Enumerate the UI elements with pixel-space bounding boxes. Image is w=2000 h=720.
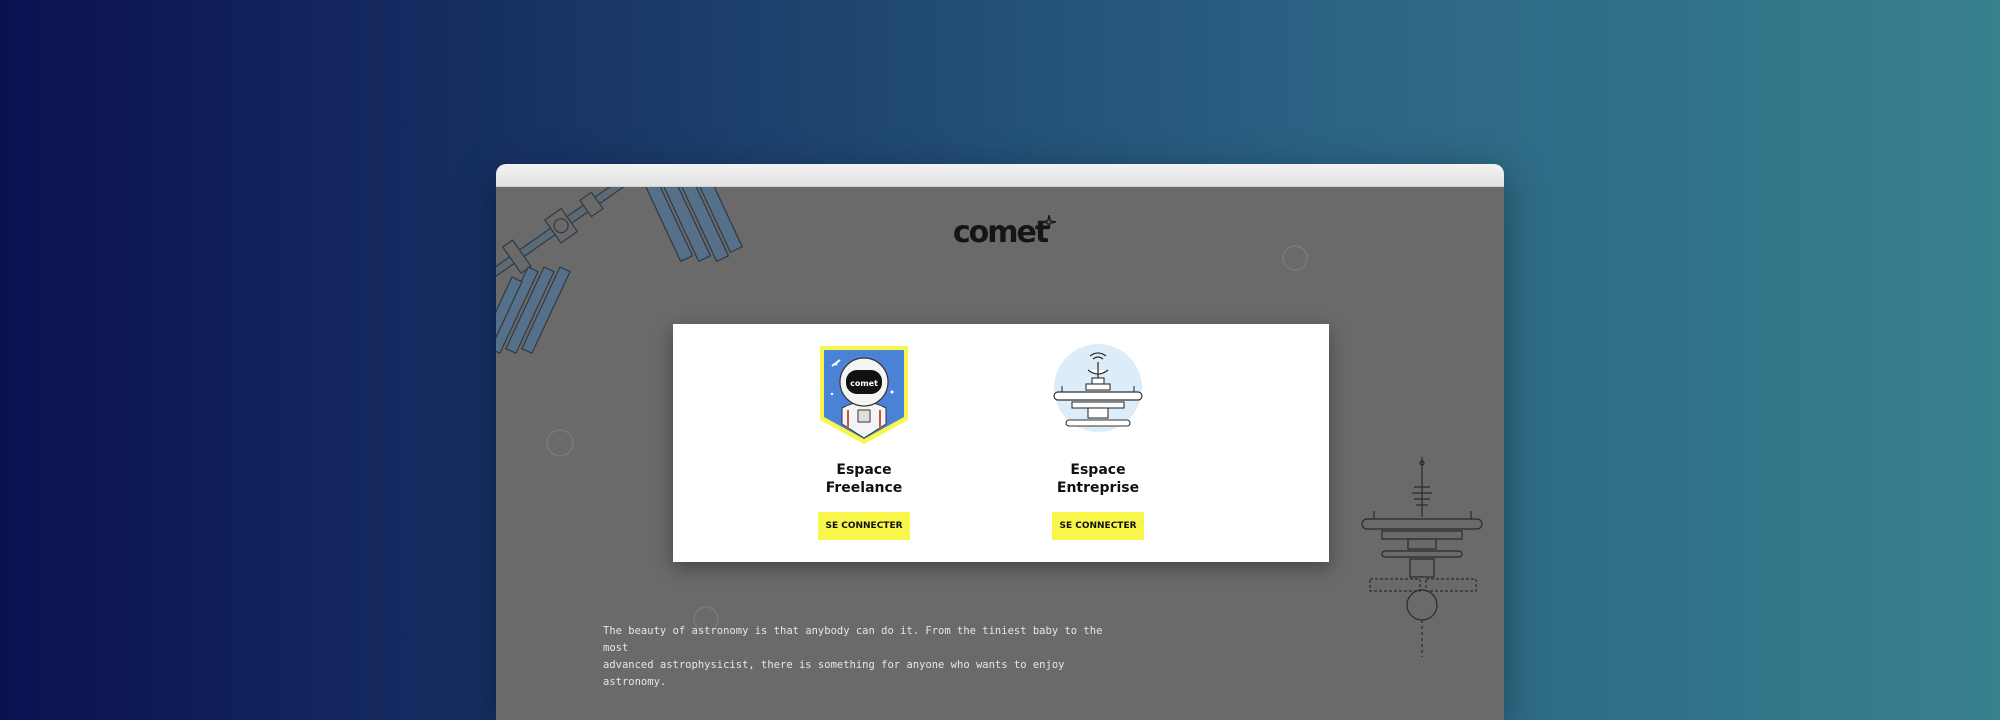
- freelance-space-title: Espace Freelance: [789, 461, 939, 497]
- page-viewport: comet comet Espace Freelance SE CONNECTE…: [496, 187, 1504, 720]
- comet-logo[interactable]: comet: [942, 213, 1058, 253]
- space-station-icon: [1053, 344, 1143, 432]
- entreprise-title-line1: Espace: [1070, 462, 1126, 478]
- browser-window: comet comet Espace Freelance SE CONNECTE…: [496, 164, 1504, 720]
- antenna-station-illustration: [1361, 457, 1483, 657]
- astronomy-quote: The beauty of astronomy is that anybody …: [603, 623, 1123, 691]
- entreprise-space-title: Espace Entreprise: [1023, 461, 1173, 497]
- browser-title-bar: [496, 164, 1504, 187]
- entreprise-title-line2: Entreprise: [1056, 480, 1140, 496]
- logo-wordmark: comet: [952, 215, 1049, 250]
- quote-line-1: The beauty of astronomy is that anybody …: [603, 625, 1103, 654]
- quote-line-2: advanced astrophysicist, there is someth…: [603, 659, 1065, 688]
- svg-text:comet: comet: [850, 379, 878, 388]
- astronaut-badge-icon: comet: [820, 346, 908, 444]
- login-choice-modal: comet Espace Freelance SE CONNECTER Espa…: [673, 324, 1329, 562]
- sparkle-icon: [1042, 215, 1056, 229]
- entreprise-login-button[interactable]: SE CONNECTER: [1052, 512, 1144, 540]
- freelance-title-line1: Espace: [836, 462, 892, 478]
- freelance-title-line2: Freelance: [825, 480, 903, 496]
- freelance-login-button[interactable]: SE CONNECTER: [818, 512, 910, 540]
